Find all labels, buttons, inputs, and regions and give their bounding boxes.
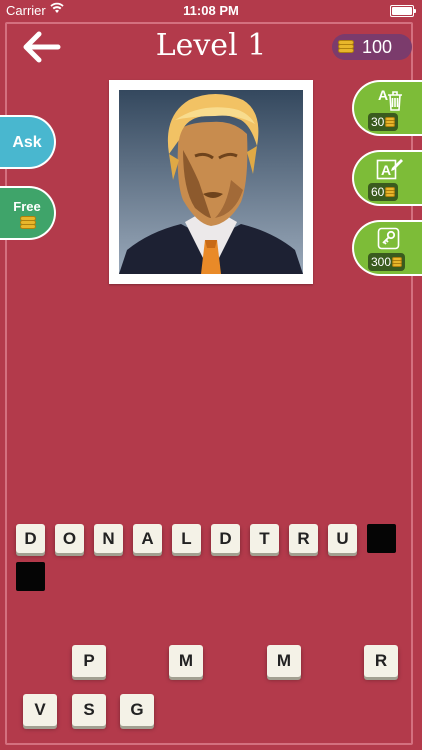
ask-button[interactable]: Ask — [0, 115, 56, 169]
free-coins-button[interactable]: Free — [0, 186, 56, 240]
reveal-letter-icon: A — [376, 159, 403, 180]
hint-cost: 60 — [368, 183, 399, 201]
svg-text:A: A — [381, 162, 391, 178]
letter-tile[interactable]: M — [267, 645, 301, 677]
answer-tile[interactable]: N — [94, 524, 123, 553]
battery-icon — [390, 5, 416, 17]
hint-cost: 300 — [368, 253, 406, 271]
letter-tile[interactable]: P — [72, 645, 106, 677]
coin-stack-icon — [392, 257, 403, 267]
coin-count: 100 — [362, 36, 393, 57]
answer-tile[interactable]: A — [133, 524, 162, 553]
answer-tile[interactable]: D — [211, 524, 240, 553]
answer-tile[interactable]: R — [289, 524, 318, 553]
remove-letters-button[interactable]: A 30 — [352, 80, 422, 136]
answer-tile-empty[interactable] — [367, 524, 396, 553]
solve-button[interactable]: 300 — [352, 220, 422, 276]
svg-text:A: A — [378, 87, 388, 103]
hint-cost-value: 300 — [371, 255, 392, 269]
coin-stack-icon — [20, 216, 36, 230]
coin-balance[interactable]: 100 — [332, 34, 412, 60]
clock: 11:08 PM — [183, 3, 239, 18]
puzzle-image — [109, 80, 313, 284]
hint-cost-value: 30 — [371, 115, 385, 129]
answer-tile[interactable]: D — [16, 524, 45, 553]
hint-cost: 30 — [368, 113, 399, 131]
letter-tile[interactable]: M — [169, 645, 203, 677]
hint-cost-value: 60 — [371, 185, 385, 199]
coin-stack-icon — [385, 187, 396, 197]
letter-tile[interactable]: S — [72, 694, 106, 726]
letter-tile[interactable]: V — [23, 694, 57, 726]
answer-tile[interactable]: L — [172, 524, 201, 553]
status-bar: Carrier 11:08 PM — [0, 0, 422, 22]
letter-tile[interactable]: G — [120, 694, 154, 726]
letter-tile[interactable]: R — [364, 645, 398, 677]
reveal-letter-button[interactable]: A 60 — [352, 150, 422, 206]
coin-stack-icon — [385, 117, 396, 127]
answer-tile[interactable]: T — [250, 524, 279, 553]
ask-label: Ask — [12, 134, 42, 151]
answer-tile[interactable]: O — [55, 524, 84, 553]
coin-stack-icon — [338, 40, 354, 54]
answer-tile-empty[interactable] — [16, 562, 45, 591]
answer-tile[interactable]: U — [328, 524, 357, 553]
portrait-illustration — [119, 90, 303, 274]
solve-key-icon — [377, 227, 400, 250]
free-label: Free — [13, 199, 41, 214]
remove-letters-icon: A — [378, 87, 402, 111]
